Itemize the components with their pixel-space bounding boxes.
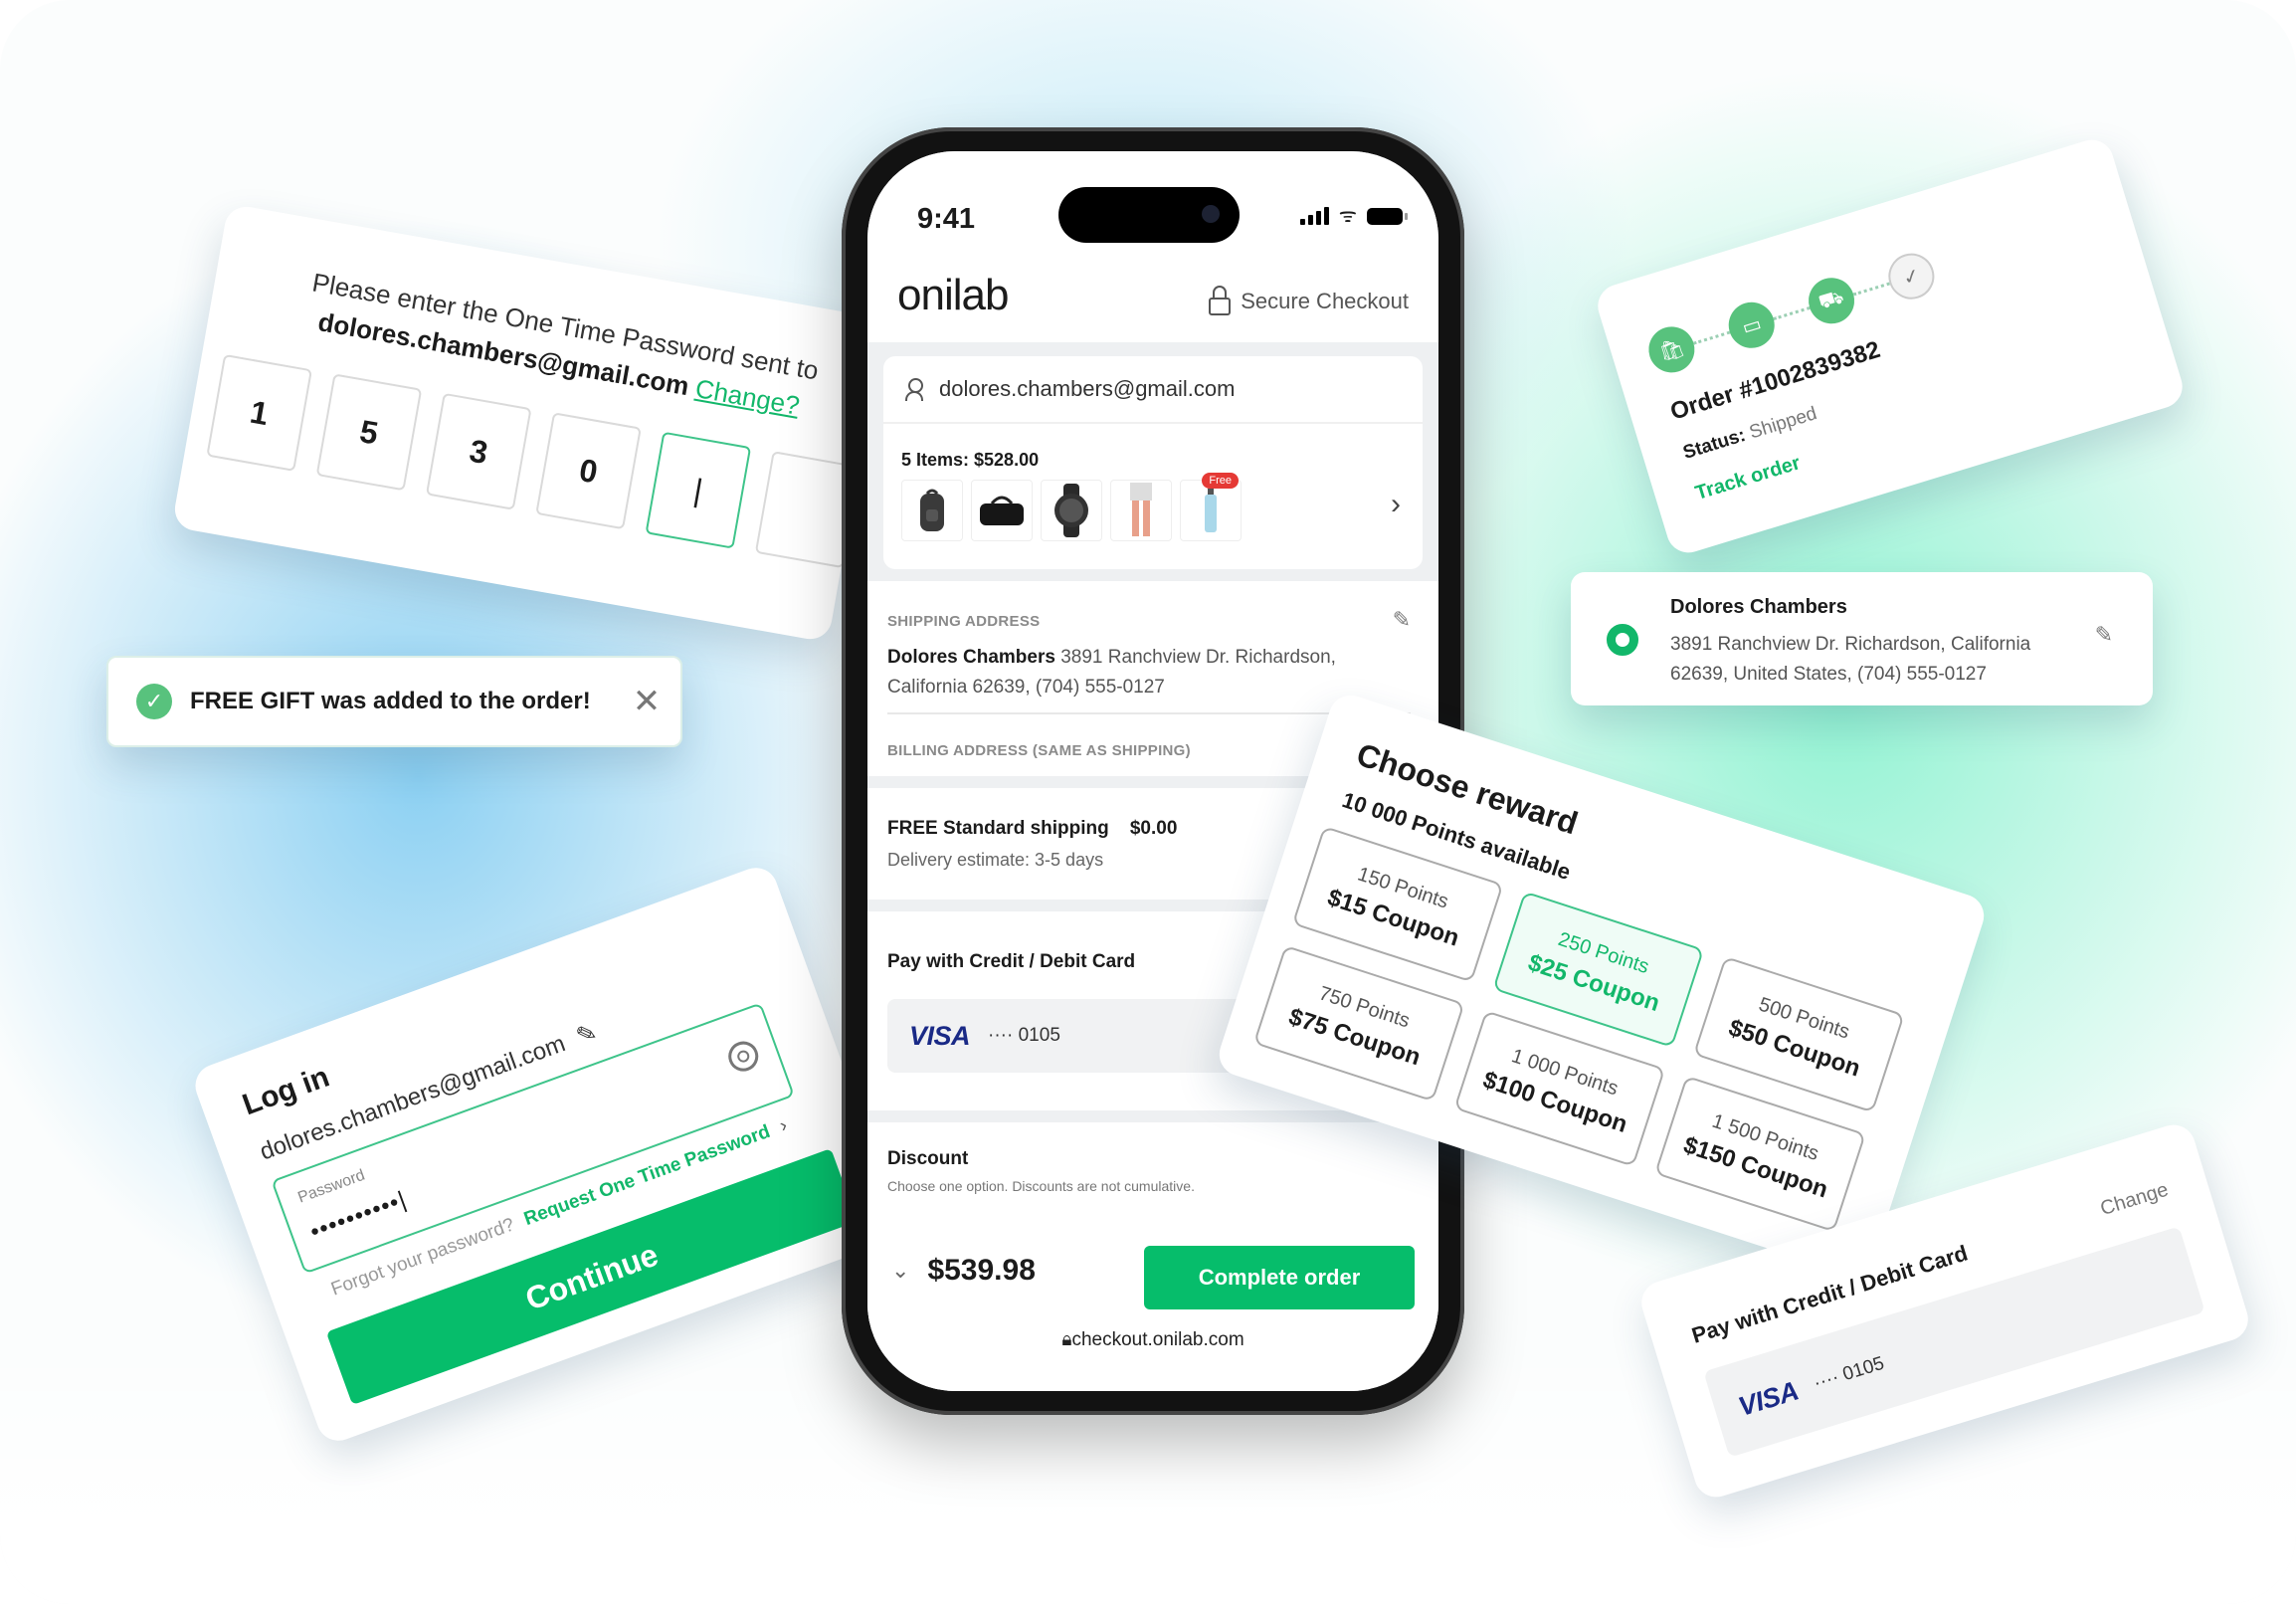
status-icons: ᯤ [1299,205,1408,227]
chevron-right-icon: › [777,1114,791,1137]
free-badge: Free [1202,473,1239,489]
url-text: checkout.onilab.com [1071,1329,1244,1350]
progress-connector [1852,281,1890,296]
water-bottle-thumbnail[interactable]: Free [1180,473,1242,541]
shipping-address-label: SHIPPING ADDRESS [887,613,1041,630]
otp-digit-input[interactable]: 5 [315,373,423,492]
discount-subtitle: Choose one option. Discounts are not cum… [887,1178,1195,1194]
browser-url: 🔒︎checkout.onilab.com [867,1329,1438,1351]
address-option-card[interactable]: Dolores Chambers 3891 Ranchview Dr. Rich… [1571,572,2153,705]
shipping-method-name: FREE Standard shipping [887,818,1109,839]
shipping-address: Dolores Chambers 3891 Ranchview Dr. Rich… [887,643,1365,702]
login-title: Log in [238,1060,334,1122]
order-total[interactable]: ⌄ $539.98 [891,1254,1036,1288]
lock-icon: 🔒︎ [1061,1329,1072,1350]
otp-digit-input[interactable]: 0 [535,412,642,530]
user-icon [905,378,923,401]
shipping-method: FREE Standard shipping $0.00 [887,818,1177,840]
card-number: ···· 0105 [1811,1352,1887,1395]
complete-order-button[interactable]: Complete order [1144,1246,1415,1309]
visa-logo: VISA [1734,1374,1802,1422]
otp-digit-input-active[interactable]: | [645,431,752,549]
card-number: ···· 0105 [988,1025,1060,1046]
total-amount: $539.98 [927,1254,1036,1287]
eye-icon[interactable] [724,1037,763,1076]
status-time: 9:41 [917,203,976,235]
watch-thumbnail[interactable] [1041,480,1102,541]
chevron-right-icon[interactable]: › [1391,488,1401,521]
items-title: 5 Items: $528.00 [901,450,1040,470]
free-gift-toast: ✓ FREE GIFT was added to the order! ✕ [106,656,682,747]
payment-title: Pay with Credit / Debit Card [887,951,1136,972]
change-link[interactable]: Change [2098,1179,2172,1221]
wifi-icon: ᯤ [1338,205,1357,227]
track-order-link[interactable]: Track order [1693,452,1804,505]
lock-icon [1209,286,1232,315]
pencil-icon[interactable]: ✎ [1393,607,1411,633]
delivery-estimate: Delivery estimate: 3-5 days [887,850,1104,870]
toast-message: FREE GIFT was added to the order! [190,688,591,714]
visa-logo: VISA [909,1020,971,1051]
signal-icon [1299,207,1329,225]
otp-digit-input[interactable]: 1 [206,353,312,472]
status-bar: 9:41 ᯤ [867,151,1438,261]
progress-connector [1692,330,1731,345]
backpack-thumbnail[interactable] [901,480,963,541]
order-summary: dolores.chambers@gmail.com 5 Items: $528… [883,356,1423,569]
shipping-price: $0.00 [1129,818,1178,839]
app-header: onilab Secure Checkout [867,261,1438,342]
truck-icon: ⛟ [1803,272,1860,329]
close-icon[interactable]: ✕ [633,682,662,721]
pencil-icon[interactable]: ✎ [572,1018,601,1052]
duffel-bag-thumbnail[interactable] [971,480,1033,541]
status-value: Shipped [1747,403,1819,444]
brand-logo[interactable]: onilab [897,271,1009,320]
shipping-name: Dolores Chambers [887,647,1055,668]
check-icon: ✓ [1882,247,1941,305]
check-circle-icon: ✓ [136,684,172,719]
bag-icon: 🛍 [1642,320,1701,379]
address-name: Dolores Chambers [1670,596,1847,618]
customer-email-row: dolores.chambers@gmail.com [883,356,1423,424]
status-label: Status: [1680,425,1749,464]
checkout-footer: ⌄ $539.98 Complete order 🔒︎checkout.onila… [867,1232,1438,1391]
chevron-down-icon[interactable]: ⌄ [891,1258,909,1284]
billing-address-label: BILLING ADDRESS (SAME AS SHIPPING) [887,742,1191,759]
secure-checkout-label: Secure Checkout [1241,289,1409,313]
dynamic-island [1058,187,1240,243]
discount-title: Discount [887,1148,969,1169]
otp-digit-input[interactable]: 3 [425,392,532,510]
camera-icon [1202,205,1220,223]
order-progress: 🛍 ▭ ⛟ ✓ [1642,247,1941,379]
progress-connector [1773,305,1811,320]
item-thumbnails: Free [901,473,1242,541]
radio-selected[interactable] [1607,624,1638,656]
credit-card-icon: ▭ [1722,297,1781,354]
pencil-icon[interactable]: ✎ [2095,622,2113,648]
shorts-thumbnail[interactable] [1110,480,1172,541]
secure-checkout: Secure Checkout [1209,286,1409,315]
customer-email: dolores.chambers@gmail.com [939,376,1236,401]
battery-icon [1367,208,1408,225]
address-text: 3891 Ranchview Dr. Richardson, Californi… [1670,634,2031,685]
